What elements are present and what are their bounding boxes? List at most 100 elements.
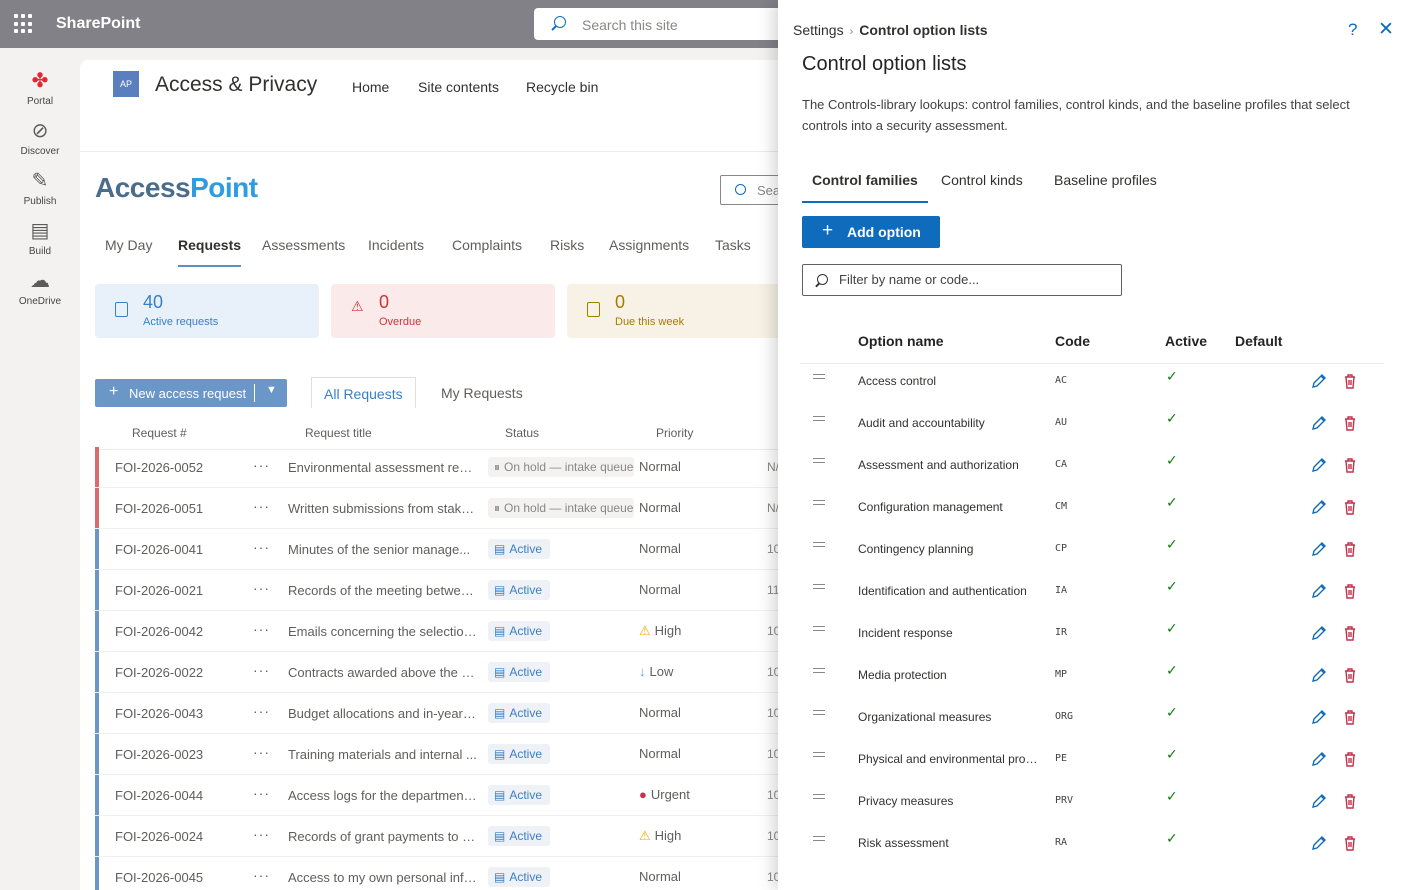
tab-risks[interactable]: Risks bbox=[550, 237, 584, 253]
edit-icon[interactable] bbox=[1309, 413, 1329, 433]
view-all-requests[interactable]: All Requests bbox=[311, 377, 416, 409]
site-nav-recycle-bin[interactable]: Recycle bin bbox=[526, 79, 598, 95]
request-title[interactable]: Training materials and internal ... bbox=[288, 747, 478, 762]
delete-icon[interactable] bbox=[1340, 623, 1360, 643]
request-number[interactable]: FOI-2026-0023 bbox=[115, 747, 203, 762]
more-options-icon[interactable]: ··· bbox=[253, 457, 270, 473]
site-nav-site-contents[interactable]: Site contents bbox=[418, 79, 499, 95]
request-number[interactable]: FOI-2026-0042 bbox=[115, 624, 203, 639]
request-number[interactable]: FOI-2026-0043 bbox=[115, 706, 203, 721]
request-title[interactable]: Access to my own personal info... bbox=[288, 870, 478, 885]
table-row[interactable]: FOI-2026-0041 ··· Minutes of the senior ma… bbox=[95, 529, 800, 570]
appbar-build[interactable]: ▤ Build bbox=[0, 220, 80, 257]
delete-icon[interactable] bbox=[1340, 455, 1360, 475]
edit-icon[interactable] bbox=[1309, 707, 1329, 727]
option-row[interactable]: Contingency planning CP ✓ bbox=[800, 532, 1384, 574]
delete-icon[interactable] bbox=[1340, 707, 1360, 727]
tab-control-families[interactable]: Control families bbox=[802, 172, 928, 203]
tab-control-kinds[interactable]: Control kinds bbox=[941, 172, 1023, 188]
delete-icon[interactable] bbox=[1340, 539, 1360, 559]
edit-icon[interactable] bbox=[1309, 581, 1329, 601]
edit-icon[interactable] bbox=[1309, 497, 1329, 517]
table-row[interactable]: FOI-2026-0042 ··· Emails concerning the se… bbox=[95, 611, 800, 652]
appbar-portal[interactable]: ✤ Portal bbox=[0, 70, 80, 107]
drag-handle-icon[interactable] bbox=[813, 500, 825, 505]
request-number[interactable]: FOI-2026-0041 bbox=[115, 542, 203, 557]
drag-handle-icon[interactable] bbox=[813, 794, 825, 799]
tab-assignments[interactable]: Assignments bbox=[609, 237, 689, 253]
delete-icon[interactable] bbox=[1340, 749, 1360, 769]
add-option-button[interactable]: + Add option bbox=[802, 216, 940, 248]
site-nav-home[interactable]: Home bbox=[352, 79, 389, 95]
drag-handle-icon[interactable] bbox=[813, 752, 825, 757]
site-logo[interactable]: AP bbox=[113, 71, 139, 97]
edit-icon[interactable] bbox=[1309, 455, 1329, 475]
table-row[interactable]: FOI-2026-0023 ··· Training materials and i… bbox=[95, 734, 800, 775]
appbar-publish[interactable]: ✎ Publish bbox=[0, 170, 80, 207]
option-row[interactable]: Configuration management CM ✓ bbox=[800, 490, 1384, 532]
col-request-title[interactable]: Request title bbox=[305, 426, 372, 440]
request-number[interactable]: FOI-2026-0021 bbox=[115, 583, 203, 598]
request-title[interactable]: Written submissions from stake... bbox=[288, 501, 478, 516]
delete-icon[interactable] bbox=[1340, 371, 1360, 391]
more-options-icon[interactable]: ··· bbox=[253, 744, 270, 760]
request-number[interactable]: FOI-2026-0044 bbox=[115, 788, 203, 803]
more-options-icon[interactable]: ··· bbox=[253, 703, 270, 719]
more-options-icon[interactable]: ··· bbox=[253, 498, 270, 514]
edit-icon[interactable] bbox=[1309, 539, 1329, 559]
table-row[interactable]: FOI-2026-0021 ··· Records of the meeting b… bbox=[95, 570, 800, 611]
drag-handle-icon[interactable] bbox=[813, 458, 825, 463]
tab-my-day[interactable]: My Day bbox=[105, 237, 152, 253]
tab-baseline-profiles[interactable]: Baseline profiles bbox=[1054, 172, 1157, 188]
col-request-number[interactable]: Request # bbox=[132, 426, 187, 440]
drag-handle-icon[interactable] bbox=[813, 374, 825, 379]
table-row[interactable]: FOI-2026-0022 ··· Contracts awarded above … bbox=[95, 652, 800, 693]
request-number[interactable]: FOI-2026-0024 bbox=[115, 829, 203, 844]
tab-incidents[interactable]: Incidents bbox=[368, 237, 424, 253]
new-access-request-button[interactable]: + New access request ▼ bbox=[95, 379, 287, 407]
request-title[interactable]: Records of grant payments to a... bbox=[288, 829, 478, 844]
appbar-discover[interactable]: ⊘ Discover bbox=[0, 120, 80, 157]
more-options-icon[interactable]: ··· bbox=[253, 621, 270, 637]
tab-complaints[interactable]: Complaints bbox=[452, 237, 522, 253]
col-priority[interactable]: Priority bbox=[656, 426, 693, 440]
request-number[interactable]: FOI-2026-0045 bbox=[115, 870, 203, 885]
app-launcher-icon[interactable] bbox=[14, 14, 34, 34]
suite-brand[interactable]: SharePoint bbox=[56, 15, 140, 33]
help-icon[interactable]: ? bbox=[1348, 20, 1357, 40]
edit-icon[interactable] bbox=[1309, 749, 1329, 769]
request-title[interactable]: Budget allocations and in-year r... bbox=[288, 706, 478, 721]
drag-handle-icon[interactable] bbox=[813, 584, 825, 589]
table-row[interactable]: FOI-2026-0052 ··· Environmental assessment… bbox=[95, 447, 800, 488]
option-row[interactable]: Identification and authentication IA ✓ bbox=[800, 574, 1384, 616]
stat-due-this-week[interactable]: 0 Due this week bbox=[567, 284, 800, 338]
edit-icon[interactable] bbox=[1309, 833, 1329, 853]
edit-icon[interactable] bbox=[1309, 623, 1329, 643]
more-options-icon[interactable]: ··· bbox=[253, 580, 270, 596]
edit-icon[interactable] bbox=[1309, 371, 1329, 391]
drag-handle-icon[interactable] bbox=[813, 416, 825, 421]
view-my-requests[interactable]: My Requests bbox=[429, 377, 535, 409]
option-row[interactable]: Audit and accountability AU ✓ bbox=[800, 406, 1384, 448]
request-number[interactable]: FOI-2026-0052 bbox=[115, 460, 203, 475]
delete-icon[interactable] bbox=[1340, 791, 1360, 811]
more-options-icon[interactable]: ··· bbox=[253, 662, 270, 678]
option-row[interactable]: Physical and environmental protection PE ✓ bbox=[800, 742, 1384, 784]
request-title[interactable]: Environmental assessment reco... bbox=[288, 460, 478, 475]
drag-handle-icon[interactable] bbox=[813, 710, 825, 715]
tab-assessments[interactable]: Assessments bbox=[262, 237, 345, 253]
col-status[interactable]: Status bbox=[505, 426, 539, 440]
more-options-icon[interactable]: ··· bbox=[253, 785, 270, 801]
option-row[interactable]: Incident response IR ✓ bbox=[800, 616, 1384, 658]
stat-overdue[interactable]: ⚠ 0 Overdue bbox=[331, 284, 555, 338]
drag-handle-icon[interactable] bbox=[813, 668, 825, 673]
option-row[interactable]: Access control AC ✓ bbox=[800, 364, 1384, 406]
delete-icon[interactable] bbox=[1340, 497, 1360, 517]
option-row[interactable]: Media protection MP ✓ bbox=[800, 658, 1384, 700]
site-title[interactable]: Access & Privacy bbox=[155, 73, 317, 97]
option-row[interactable]: Privacy measures PRV ✓ bbox=[800, 784, 1384, 826]
delete-icon[interactable] bbox=[1340, 413, 1360, 433]
table-row[interactable]: FOI-2026-0044 ··· Access logs for the depa… bbox=[95, 775, 800, 816]
table-row[interactable]: FOI-2026-0045 ··· Access to my own persona… bbox=[95, 857, 800, 890]
request-number[interactable]: FOI-2026-0022 bbox=[115, 665, 203, 680]
